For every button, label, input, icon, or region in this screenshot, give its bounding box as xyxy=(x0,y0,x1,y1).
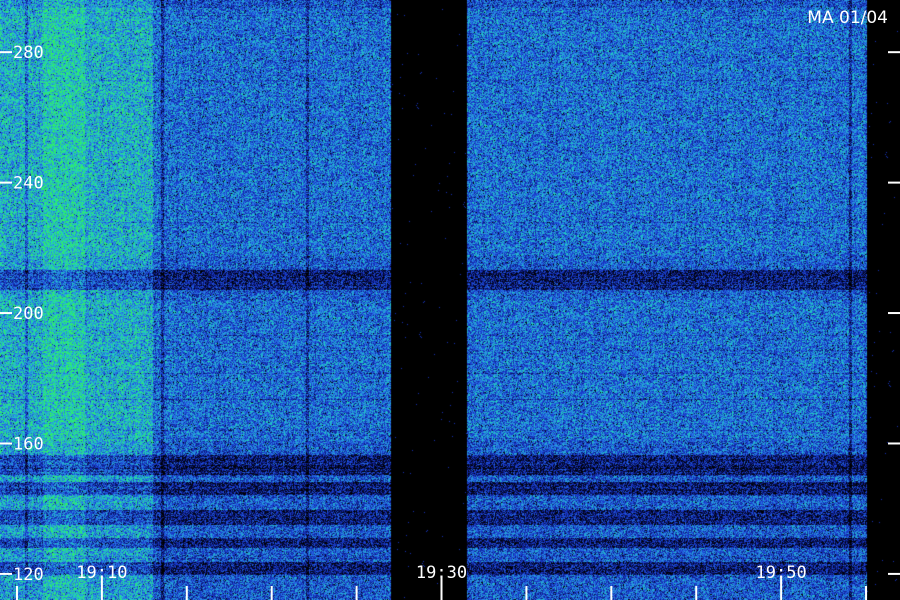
spectrogram-chart: 120 160 200 240 280 19:10 19:30 19:50 MA 01/04 xyxy=(0,0,900,600)
x-axis: 19:10 19:30 19:50 xyxy=(15,563,868,600)
y-tick-label: 240 xyxy=(13,174,44,194)
y-tick-label: 280 xyxy=(13,43,44,63)
x-tick-label: 19:50 xyxy=(756,563,807,583)
y-tick-label: 200 xyxy=(13,304,44,324)
corner-label: MA 01/04 xyxy=(807,8,888,28)
y-tick-label: 160 xyxy=(13,434,44,454)
x-tick-label: 19:10 xyxy=(76,563,127,583)
y-tick-label: 120 xyxy=(13,565,44,585)
y-axis-left: 120 160 200 240 280 xyxy=(0,43,44,585)
y-axis-right xyxy=(888,51,900,575)
axes-overlay: 120 160 200 240 280 19:10 19:30 19:50 MA 01/04 xyxy=(0,8,900,600)
x-tick-label: 19:30 xyxy=(416,563,467,583)
